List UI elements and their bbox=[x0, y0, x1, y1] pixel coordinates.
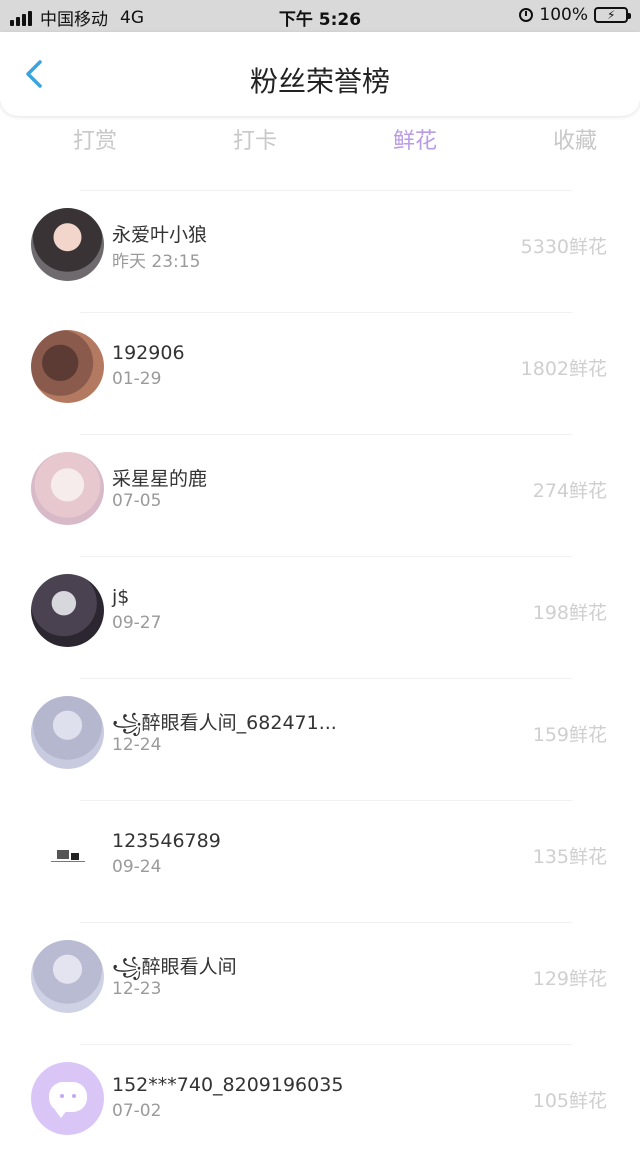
fan-date: 07-02 bbox=[112, 1101, 162, 1121]
chat-bubble-icon bbox=[49, 1082, 87, 1118]
avatar[interactable] bbox=[31, 452, 104, 525]
fan-date: 01-29 bbox=[112, 369, 162, 389]
fan-date: 09-24 bbox=[112, 857, 162, 877]
flower-count: 198鲜花 bbox=[532, 602, 607, 624]
fan-name: 采星星的鹿 bbox=[112, 468, 208, 490]
fan-date: 昨天 23:15 bbox=[112, 252, 201, 272]
fan-date: 07-05 bbox=[112, 491, 162, 511]
fan-name: 192906 bbox=[112, 342, 185, 364]
list-item[interactable]: ꧁醉眼看人间_682471... 12-24 159鲜花 bbox=[0, 678, 640, 800]
list-item[interactable]: 采星星的鹿 07-05 274鲜花 bbox=[0, 434, 640, 556]
flower-count: 5330鲜花 bbox=[520, 236, 607, 258]
tab-bar: 打赏 打卡 鲜花 收藏 bbox=[0, 122, 640, 166]
divider bbox=[80, 678, 572, 679]
battery-percent: 100% bbox=[539, 5, 588, 25]
avatar[interactable] bbox=[31, 940, 104, 1013]
flower-count: 274鲜花 bbox=[532, 480, 607, 502]
flower-count: 159鲜花 bbox=[532, 724, 607, 746]
avatar[interactable] bbox=[31, 818, 104, 891]
tab-flowers[interactable]: 鲜花 bbox=[350, 122, 480, 166]
fan-ranking-list: 永爱叶小狼 昨天 23:15 5330鲜花 192906 01-29 1802鲜… bbox=[0, 190, 640, 1166]
list-item[interactable]: 192906 01-29 1802鲜花 bbox=[0, 312, 640, 434]
fan-name: 永爱叶小狼 bbox=[112, 224, 208, 246]
divider bbox=[80, 434, 572, 435]
avatar[interactable] bbox=[31, 330, 104, 403]
divider bbox=[80, 556, 572, 557]
divider bbox=[80, 312, 572, 313]
fan-date: 12-24 bbox=[112, 735, 162, 755]
list-item[interactable]: j$ 09-27 198鲜花 bbox=[0, 556, 640, 678]
list-item[interactable]: 152***740_8209196035 07-02 105鲜花 bbox=[0, 1044, 640, 1166]
divider bbox=[80, 800, 572, 801]
fan-name: 123546789 bbox=[112, 830, 221, 852]
flower-count: 1802鲜花 bbox=[520, 358, 607, 380]
tab-checkin[interactable]: 打卡 bbox=[190, 122, 320, 166]
page-title: 粉丝荣誉榜 bbox=[249, 65, 390, 98]
flower-count: 135鲜花 bbox=[532, 846, 607, 868]
list-item[interactable]: 123546789 09-24 135鲜花 bbox=[0, 800, 640, 922]
avatar[interactable] bbox=[31, 696, 104, 769]
alarm-icon bbox=[519, 8, 534, 22]
avatar[interactable] bbox=[31, 574, 104, 647]
avatar-image bbox=[51, 850, 85, 862]
avatar[interactable] bbox=[31, 1062, 104, 1135]
list-item[interactable]: ꧁醉眼看人间 12-23 129鲜花 bbox=[0, 922, 640, 1044]
fan-name: 152***740_8209196035 bbox=[112, 1074, 344, 1096]
avatar[interactable] bbox=[31, 208, 104, 281]
divider bbox=[80, 190, 572, 191]
header-bar: 粉丝荣誉榜 bbox=[0, 32, 640, 116]
status-right: 100% ⚡ bbox=[519, 5, 631, 25]
divider bbox=[80, 922, 572, 923]
list-item[interactable]: 永爱叶小狼 昨天 23:15 5330鲜花 bbox=[0, 190, 640, 312]
flower-count: 105鲜花 bbox=[532, 1090, 607, 1112]
fan-date: 09-27 bbox=[112, 613, 162, 633]
battery-icon: ⚡ bbox=[594, 7, 631, 23]
flower-count: 129鲜花 bbox=[532, 968, 607, 990]
status-bar: 中国移动 4G 下午 5:26 100% ⚡ bbox=[0, 0, 640, 32]
tab-reward[interactable]: 打赏 bbox=[30, 122, 160, 166]
tab-favorites[interactable]: 收藏 bbox=[510, 122, 640, 166]
divider bbox=[80, 1044, 572, 1045]
fan-name: j$ bbox=[112, 586, 130, 608]
fan-date: 12-23 bbox=[112, 979, 162, 999]
